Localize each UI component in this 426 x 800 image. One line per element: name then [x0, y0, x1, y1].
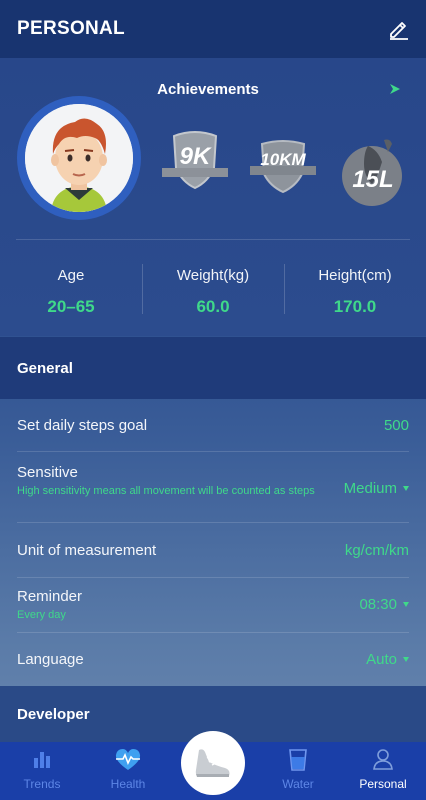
- body-stats: Age 20–65 Weight(kg) 60.0 Height(cm) 170…: [0, 254, 426, 324]
- setting-daily-steps-goal[interactable]: Set daily steps goal 500: [17, 399, 409, 452]
- achievement-badge-water[interactable]: 15L: [338, 136, 408, 208]
- nav-item-health[interactable]: Health: [88, 742, 168, 800]
- setting-label: Sensitive: [17, 464, 78, 481]
- sensitivity-dropdown[interactable]: Medium: [344, 480, 409, 497]
- setting-label: Language: [17, 651, 84, 668]
- setting-description: Every day: [17, 609, 66, 621]
- achievement-badge-distance[interactable]: 10KM: [248, 138, 318, 196]
- caret-down-icon: [403, 602, 409, 607]
- stat-weight[interactable]: Weight(kg) 60.0: [142, 254, 284, 324]
- setting-label: Unit of measurement: [17, 542, 157, 559]
- setting-label: Reminder: [17, 588, 83, 605]
- person-icon: [373, 749, 393, 770]
- profile-card: Achievements 9K 10KM 15L Age 20–65 Weigh…: [0, 58, 426, 336]
- nav-label: Personal: [359, 777, 407, 791]
- page-title: PERSONAL: [17, 18, 125, 39]
- setting-label: Set daily steps goal: [17, 417, 148, 434]
- edit-button[interactable]: [386, 16, 412, 42]
- badge-label: 15L: [352, 166, 394, 193]
- caret-down-icon: [403, 657, 409, 662]
- section-header-general: General: [0, 337, 426, 399]
- setting-value-text: 08:30: [359, 596, 397, 613]
- badge-label: 10KM: [260, 150, 306, 169]
- center-steps-button[interactable]: [181, 731, 245, 795]
- stat-height[interactable]: Height(cm) 170.0: [284, 254, 426, 324]
- achievement-badge-steps[interactable]: 9K: [160, 128, 230, 192]
- nav-item-personal[interactable]: Personal: [343, 742, 423, 800]
- setting-sensitive[interactable]: Sensitive High sensitivity means all mov…: [17, 452, 409, 523]
- setting-value: 500: [384, 417, 409, 434]
- avatar[interactable]: [17, 96, 141, 220]
- nav-label: Water: [282, 777, 314, 791]
- stat-label: Weight(kg): [176, 267, 250, 284]
- setting-value-text: kg/cm/km: [344, 542, 409, 559]
- setting-value-text: Medium: [343, 480, 397, 497]
- stat-value: 170.0: [333, 297, 377, 316]
- nav-item-trends[interactable]: Trends: [2, 742, 82, 800]
- pencil-icon: [390, 22, 408, 40]
- heart-pulse-icon: [115, 749, 141, 770]
- user-avatar-icon: [25, 104, 133, 212]
- setting-value: kg/cm/km: [345, 542, 409, 559]
- setting-language[interactable]: Language Auto: [17, 633, 409, 685]
- setting-description: High sensitivity means all movement will…: [17, 485, 315, 497]
- stat-value: 20–65: [47, 297, 95, 316]
- nav-item-water[interactable]: Water: [258, 742, 338, 800]
- achievements-title: Achievements: [157, 81, 259, 98]
- app-header: PERSONAL: [0, 0, 426, 58]
- language-dropdown[interactable]: Auto: [366, 651, 409, 668]
- badge-label: 9K: [179, 143, 211, 170]
- reminder-dropdown[interactable]: 08:30: [359, 596, 409, 613]
- setting-value-text: 500: [383, 417, 409, 434]
- caret-down-icon: [403, 486, 409, 491]
- stat-age[interactable]: Age 20–65: [0, 254, 142, 324]
- shoe-icon: [195, 749, 230, 777]
- divider: [16, 239, 410, 240]
- setting-reminder[interactable]: Reminder Every day 08:30: [17, 578, 409, 633]
- bar-chart-icon: [34, 752, 50, 768]
- stat-label: Height(cm): [318, 267, 392, 284]
- setting-value-text: Auto: [366, 651, 397, 668]
- stat-label: Age: [57, 267, 85, 284]
- nav-label: Health: [110, 777, 146, 791]
- nav-label: Trends: [23, 777, 61, 791]
- stat-value: 60.0: [196, 297, 230, 316]
- water-cup-icon: [289, 749, 307, 771]
- arrow-right-icon[interactable]: [388, 82, 402, 96]
- setting-unit-of-measurement[interactable]: Unit of measurement kg/cm/km: [17, 523, 409, 578]
